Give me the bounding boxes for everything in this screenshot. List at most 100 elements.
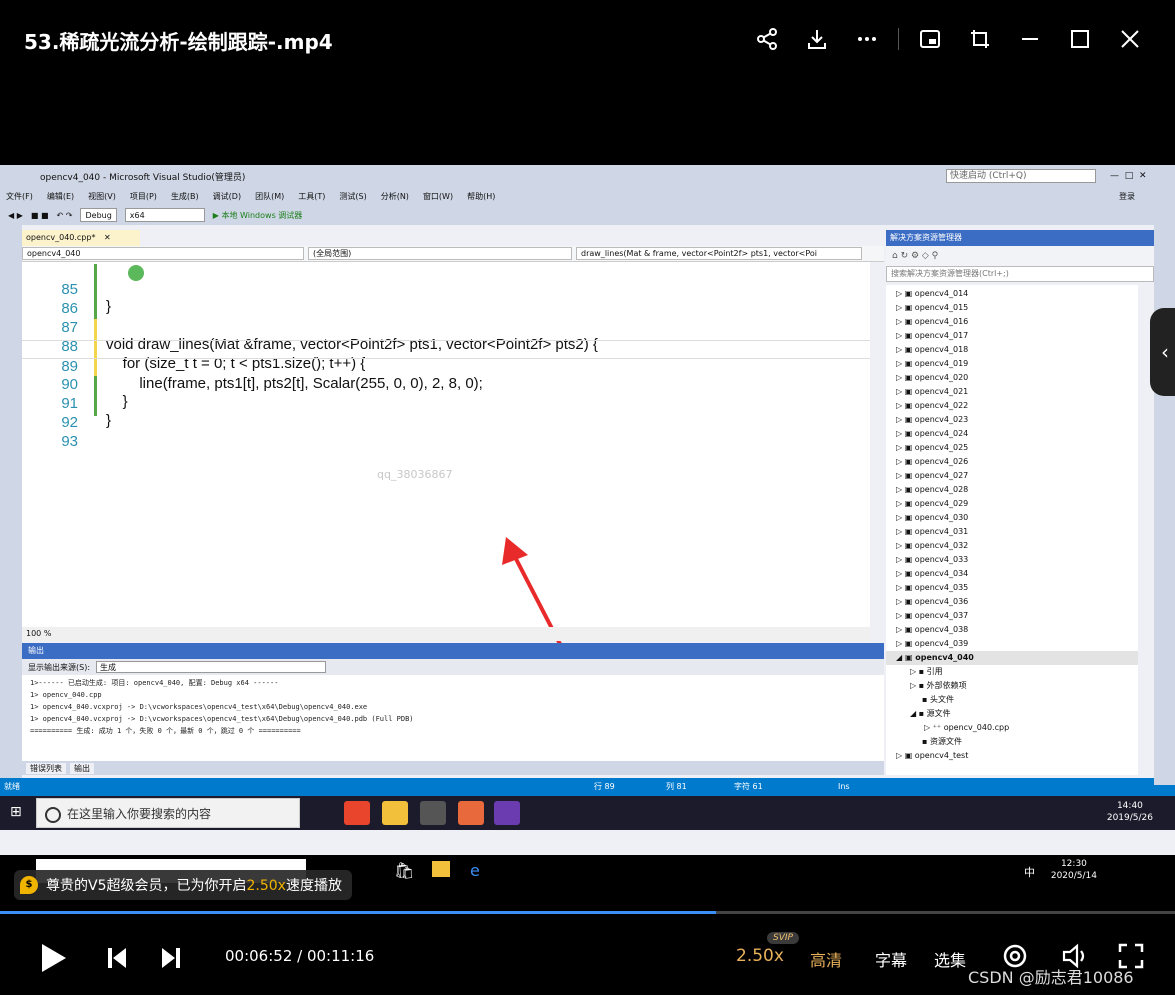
menu-file[interactable]: 文件(F) — [6, 191, 33, 202]
video-frame[interactable]: opencv4_040 - Microsoft Visual Studio(管理… — [0, 165, 1175, 885]
menu-test[interactable]: 测试(S) — [339, 191, 366, 202]
tree-item-project[interactable]: ▷ ▣ opencv4_036 — [886, 595, 1138, 609]
vs-window-title: opencv4_040 - Microsoft Visual Studio(管理… — [40, 172, 246, 183]
login-link[interactable]: 登录 — [1119, 191, 1135, 202]
tree-item-resource-files[interactable]: ▪ 资源文件 — [886, 735, 1138, 749]
play-icon[interactable] — [38, 942, 68, 974]
next-icon[interactable] — [160, 946, 182, 970]
tree-item-project[interactable]: ▷ ▣ opencv4_021 — [886, 385, 1138, 399]
more-icon[interactable] — [842, 24, 892, 54]
platform-select[interactable]: x64 — [124, 208, 205, 222]
speed-button[interactable]: 2.50x — [736, 946, 784, 966]
maximize-icon[interactable] — [1055, 24, 1105, 54]
tree-item-project[interactable]: ▷ ▣ opencv4_035 — [886, 581, 1138, 595]
visual-studio-icon[interactable] — [494, 801, 520, 825]
solution-search-input[interactable]: 搜索解决方案资源管理器(Ctrl+;) — [886, 266, 1154, 282]
nav-back-icon[interactable]: ◀ ▶ — [8, 211, 23, 220]
tree-item-external-deps[interactable]: ▷ ▪ 外部依赖项 — [886, 679, 1138, 693]
folder-icon[interactable] — [382, 801, 408, 825]
tree-item-references[interactable]: ▷ ▪ 引用 — [886, 665, 1138, 679]
tree-item-project[interactable]: ▷ ▣ opencv4_039 — [886, 637, 1138, 651]
folder-icon[interactable] — [432, 861, 450, 877]
tree-item-project[interactable]: ▷ ▣ opencv4_030 — [886, 511, 1138, 525]
menu-project[interactable]: 项目(P) — [130, 191, 157, 202]
tree-item-project[interactable]: ▷ ▣ opencv4_025 — [886, 441, 1138, 455]
editor-tab[interactable]: opencv_040.cpp* ✕ — [22, 230, 140, 246]
tree-item-project[interactable]: ▷ ▣ opencv4_016 — [886, 315, 1138, 329]
menu-team[interactable]: 团队(M) — [255, 191, 284, 202]
previous-icon[interactable] — [106, 946, 128, 970]
config-select[interactable]: Debug — [80, 208, 117, 222]
tree-item-source-files[interactable]: ◢ ▪ 源文件 — [886, 707, 1138, 721]
menu-help[interactable]: 帮助(H) — [467, 191, 495, 202]
tree-item-project[interactable]: ▷ ▣ opencv4_032 — [886, 539, 1138, 553]
windows-start-icon[interactable]: ⊞ — [10, 804, 22, 820]
run-debugger-button[interactable]: ▶ 本地 Windows 调试器 — [213, 210, 303, 221]
tab-output[interactable]: 输出 — [70, 762, 94, 774]
minimize-icon[interactable] — [1005, 24, 1055, 54]
mini-icon[interactable] — [955, 24, 1005, 54]
tree-item-project[interactable]: ▷ ▣ opencv4_023 — [886, 413, 1138, 427]
tree-item-cpp-file[interactable]: ▷ ⁺⁺ opencv_040.cpp — [886, 721, 1138, 735]
tree-item-project[interactable]: ▷ ▣ opencv4_026 — [886, 455, 1138, 469]
tab-close-icon[interactable]: ✕ — [104, 233, 111, 242]
tree-item-project-selected[interactable]: ◢ ▣ opencv4_040 — [886, 651, 1138, 665]
code-editor[interactable]: 85 } 86 87 void draw_lines(Mat &frame, v… — [22, 262, 870, 627]
menu-tools[interactable]: 工具(T) — [298, 191, 325, 202]
tree-item-project[interactable]: ▷ ▣ opencv4_018 — [886, 343, 1138, 357]
output-source-select[interactable]: 生成 — [96, 661, 327, 673]
scope-dropdown[interactable]: (全局范围) — [308, 247, 572, 260]
download-icon[interactable] — [792, 24, 842, 54]
zoom-level[interactable]: 100 % — [22, 627, 870, 641]
chrome-icon[interactable] — [344, 801, 370, 825]
tree-item-project[interactable]: ▷ ▣ opencv4_029 — [886, 497, 1138, 511]
tree-item-project[interactable]: ▷ ▣ opencv4_037 — [886, 609, 1138, 623]
menu-window[interactable]: 窗口(W) — [423, 191, 453, 202]
quick-launch-input[interactable]: 快速启动 (Ctrl+Q) — [946, 169, 1096, 183]
tree-item-project[interactable]: ▷ ▣ opencv4_017 — [886, 329, 1138, 343]
member-dropdown[interactable]: draw_lines(Mat & frame, vector<Point2f> … — [576, 247, 862, 260]
tree-item-project[interactable]: ▷ ▣ opencv4_031 — [886, 525, 1138, 539]
ime-indicator[interactable]: 中 — [1024, 864, 1035, 880]
episodes-button[interactable]: 选集 — [934, 947, 966, 971]
tree-item-project[interactable]: ▷ ▣ opencv4_038 — [886, 623, 1138, 637]
menu-build[interactable]: 生成(B) — [171, 191, 199, 202]
tab-error-list[interactable]: 错误列表 — [26, 762, 66, 774]
store-icon[interactable]: 🛍 — [394, 861, 414, 880]
side-panel-toggle-icon[interactable]: ‹ — [1150, 308, 1175, 396]
save-icon[interactable]: ■ ■ — [31, 211, 49, 220]
tree-item-project[interactable]: ▷ ▣ opencv4_015 — [886, 301, 1138, 315]
tree-item-project[interactable]: ▷ ▣ opencv4_022 — [886, 399, 1138, 413]
app-icon[interactable] — [458, 801, 484, 825]
tree-item-header-files[interactable]: ▪ 头文件 — [886, 693, 1138, 707]
taskbar-search-input[interactable]: 在这里输入你要搜索的内容 — [36, 798, 300, 828]
tree-item-project[interactable]: ▷ ▣ opencv4_024 — [886, 427, 1138, 441]
tree-item-project[interactable]: ▷ ▣ opencv4_020 — [886, 371, 1138, 385]
tree-item-project[interactable]: ▷ ▣ opencv4_027 — [886, 469, 1138, 483]
tree-item-project[interactable]: ▷ ▣ opencv4_033 — [886, 553, 1138, 567]
menu-analyze[interactable]: 分析(N) — [381, 191, 409, 202]
subtitle-button[interactable]: 字幕 — [875, 947, 907, 971]
close-icon[interactable] — [1105, 24, 1155, 54]
project-dropdown[interactable]: opencv4_040 — [22, 247, 304, 260]
vs-window-controls[interactable]: — □ ✕ — [1110, 171, 1147, 181]
share-icon[interactable] — [742, 24, 792, 54]
tree-item-project[interactable]: ▷ ▣ opencv4_028 — [886, 483, 1138, 497]
home-icon[interactable]: ⌂ ↻ ⚙ ◇ ⚲ — [892, 251, 938, 261]
progress-bar[interactable] — [0, 911, 1175, 914]
tree-item-project[interactable]: ▷ ▣ opencv4_test — [886, 749, 1138, 763]
output-line: 1> opencv_040.cpp — [30, 691, 102, 699]
menu-edit[interactable]: 编辑(E) — [47, 191, 74, 202]
quality-button[interactable]: 高清 — [810, 947, 842, 971]
left-tool-strip[interactable] — [0, 225, 22, 785]
clock-time: 14:40 — [1116, 801, 1143, 811]
undo-icon[interactable]: ↶ ↷ — [57, 211, 73, 220]
edge-icon[interactable]: e — [470, 861, 480, 880]
menu-debug[interactable]: 调试(D) — [213, 191, 241, 202]
tree-item-project[interactable]: ▷ ▣ opencv4_014 — [886, 287, 1138, 301]
pip-icon[interactable] — [905, 24, 955, 54]
calendar-icon[interactable] — [420, 801, 446, 825]
menu-view[interactable]: 视图(V) — [88, 191, 116, 202]
tree-item-project[interactable]: ▷ ▣ opencv4_034 — [886, 567, 1138, 581]
tree-item-project[interactable]: ▷ ▣ opencv4_019 — [886, 357, 1138, 371]
